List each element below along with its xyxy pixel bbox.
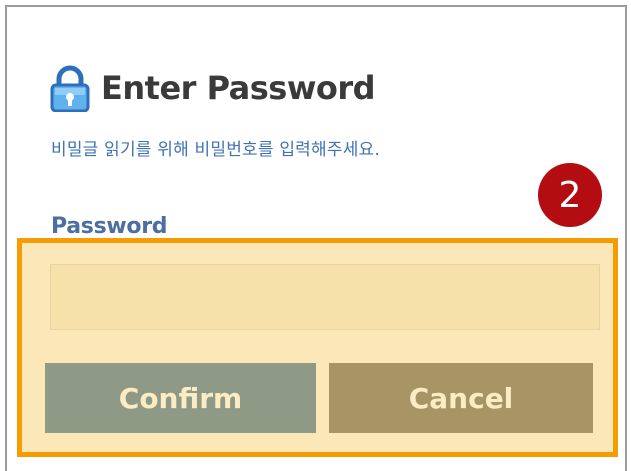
highlight-box: Confirm Cancel xyxy=(17,238,618,457)
dialog-instruction: 비밀글 읽기를 위해 비밀번호를 입력해주세요. xyxy=(51,140,380,160)
password-label: Password xyxy=(51,214,168,239)
password-field[interactable] xyxy=(50,264,600,330)
lock-icon xyxy=(50,65,90,112)
dialog-title: Enter Password xyxy=(101,69,376,107)
dialog-header: Enter Password xyxy=(49,63,376,113)
step-badge: 2 xyxy=(538,163,602,227)
cancel-button[interactable]: Cancel xyxy=(329,363,593,433)
confirm-button[interactable]: Confirm xyxy=(45,363,316,433)
